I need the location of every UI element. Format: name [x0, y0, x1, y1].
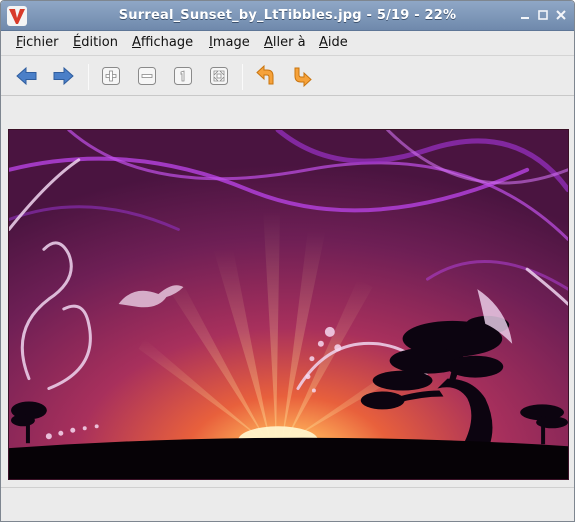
close-icon — [556, 10, 566, 20]
close-button[interactable] — [554, 8, 568, 22]
menu-affichage[interactable]: Affichage — [132, 35, 193, 50]
rotate-left-button[interactable] — [254, 64, 278, 88]
zoom-fit-icon — [210, 67, 228, 85]
zoom-out-button[interactable] — [135, 64, 159, 88]
zoom-out-icon — [138, 67, 156, 85]
arrow-left-icon — [16, 66, 37, 86]
menu-label: ffichage — [140, 35, 194, 50]
toolbar — [1, 56, 574, 96]
maximize-icon — [538, 10, 548, 20]
displayed-image — [8, 129, 569, 480]
rotate-right-button[interactable] — [290, 64, 314, 88]
menu-mnemonic: É — [73, 35, 82, 50]
rotate-right-icon — [294, 67, 312, 88]
viewer-window: Surreal_Sunset_by_LtTibbles.jpg - 5/19 -… — [0, 0, 575, 522]
zoom-fit-button[interactable] — [207, 64, 231, 88]
title-bar[interactable]: Surreal_Sunset_by_LtTibbles.jpg - 5/19 -… — [1, 1, 574, 31]
menu-aller-a[interactable]: Aller à — [264, 35, 306, 50]
bottom-divider — [1, 487, 574, 488]
menu-image[interactable]: Image — [209, 35, 250, 50]
menu-label: ide — [327, 35, 348, 50]
arrow-right-icon — [53, 66, 74, 86]
minimize-icon — [521, 17, 529, 19]
toolbar-separator — [88, 64, 89, 90]
menu-label: ller à — [272, 35, 306, 50]
minimize-button[interactable] — [518, 8, 532, 22]
toolbar-separator — [242, 64, 243, 90]
next-image-button[interactable] — [51, 64, 75, 88]
maximize-button[interactable] — [536, 8, 550, 22]
menu-label: dition — [81, 35, 118, 50]
menu-label: mage — [212, 35, 250, 50]
zoom-normal-icon — [174, 67, 192, 85]
menu-mnemonic: A — [264, 35, 273, 50]
zoom-in-icon — [102, 67, 120, 85]
menu-label: ichier — [22, 35, 59, 50]
zoom-in-button[interactable] — [99, 64, 123, 88]
menu-aide[interactable]: Aide — [319, 35, 348, 50]
rotate-left-icon — [256, 64, 274, 85]
menu-mnemonic: A — [319, 35, 328, 50]
menu-edition[interactable]: Édition — [73, 35, 118, 50]
window-title: Surreal_Sunset_by_LtTibbles.jpg - 5/19 -… — [118, 8, 457, 23]
menu-bar: Fichier Édition Affichage Image Aller à … — [1, 31, 574, 56]
zoom-normal-button[interactable] — [171, 64, 195, 88]
previous-image-button[interactable] — [15, 64, 39, 88]
menu-fichier[interactable]: Fichier — [16, 35, 59, 50]
menu-mnemonic: A — [132, 35, 141, 50]
